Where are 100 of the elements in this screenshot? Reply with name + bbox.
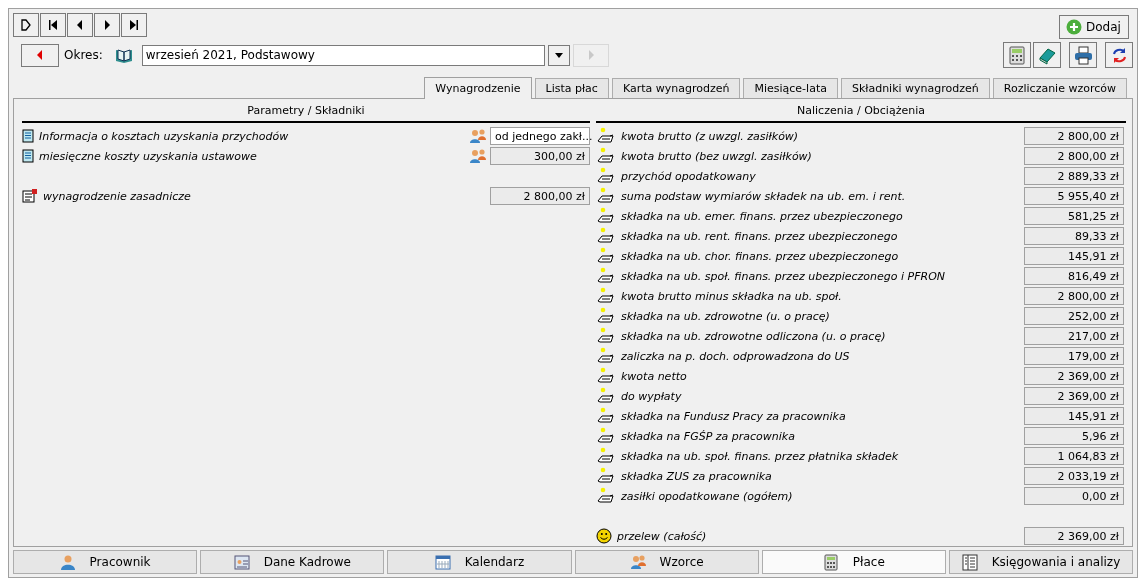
tab[interactable]: Składniki wynagrodzeń bbox=[840, 78, 990, 98]
value-field[interactable]: 217,00 zł bbox=[1024, 327, 1124, 345]
last-record-icon bbox=[128, 19, 140, 31]
first-record-button[interactable] bbox=[40, 13, 66, 37]
value-field[interactable]: 2 369,00 zł bbox=[1024, 367, 1124, 385]
tab[interactable]: Dane Kadrowe bbox=[200, 550, 385, 574]
tab[interactable]: Płace bbox=[761, 550, 946, 574]
hand-icon bbox=[596, 227, 616, 245]
item-label: miesięczne koszty uzyskania ustawowe bbox=[39, 149, 258, 163]
hand-icon bbox=[596, 407, 616, 425]
item-label: składka na ub. zdrowotne (u. o pracę) bbox=[621, 309, 831, 323]
hand-icon bbox=[596, 247, 616, 265]
value-field[interactable]: 816,49 zł bbox=[1024, 267, 1124, 285]
tab[interactable]: Kalendarz bbox=[387, 550, 572, 574]
value-field[interactable]: 5,96 zł bbox=[1024, 427, 1124, 445]
tab[interactable]: Miesiące-lata bbox=[743, 78, 838, 98]
item-label: przychód opodatkowany bbox=[621, 169, 757, 183]
value-field[interactable]: od jednego zakł... bbox=[490, 127, 590, 145]
plus-icon bbox=[1066, 19, 1082, 35]
value-field[interactable]: 2 369,00 zł bbox=[1024, 387, 1124, 405]
value-field[interactable]: 2 800,00 zł bbox=[1024, 127, 1124, 145]
item-label: składka ZUS za pracownika bbox=[621, 469, 773, 483]
book-button[interactable] bbox=[1033, 42, 1061, 68]
hand-icon bbox=[596, 467, 616, 485]
print-button[interactable] bbox=[1069, 42, 1097, 68]
item-label: przelew (całość) bbox=[617, 529, 708, 543]
item-label: zaliczka na p. doch. odprowadzona do US bbox=[621, 349, 851, 363]
dropdown-button[interactable] bbox=[547, 44, 570, 66]
value-field[interactable]: 2 800,00 zł bbox=[490, 187, 590, 205]
hand-icon bbox=[596, 287, 616, 305]
tab[interactable]: Lista płac bbox=[534, 78, 609, 98]
value-field[interactable]: 300,00 zł bbox=[490, 147, 590, 165]
value-field[interactable]: 252,00 zł bbox=[1024, 307, 1124, 325]
value-field[interactable]: 179,00 zł bbox=[1024, 347, 1124, 365]
value-field[interactable]: 0,00 zł bbox=[1024, 487, 1124, 505]
period-label: Okres: bbox=[64, 48, 103, 62]
right-arrow-icon bbox=[586, 50, 595, 60]
refresh-button[interactable] bbox=[1105, 42, 1133, 68]
hand-icon bbox=[596, 447, 616, 465]
value-field[interactable]: 2 800,00 zł bbox=[1024, 147, 1124, 165]
hand-icon bbox=[596, 127, 616, 145]
value-field[interactable]: 581,25 zł bbox=[1024, 207, 1124, 225]
item-label: do wypłaty bbox=[621, 389, 683, 403]
value-field[interactable]: 145,91 zł bbox=[1024, 247, 1124, 265]
item-label: składka na FGŚP za pracownika bbox=[621, 429, 796, 443]
hand-icon bbox=[596, 487, 616, 505]
item-label: składka na ub. społ. finans. przez ubezpieczonego i PFRON bbox=[621, 269, 947, 283]
people-icon bbox=[469, 128, 487, 144]
item-label: kwota brutto (z uwzgl. zasiłków) bbox=[621, 129, 800, 143]
smiley-icon bbox=[596, 528, 612, 544]
hand-icon bbox=[596, 367, 616, 385]
add-button[interactable]: Dodaj bbox=[1059, 15, 1129, 39]
item-label: składka na ub. zdrowotne odliczona (u. o pracę) bbox=[621, 329, 887, 343]
tab[interactable]: Księgowania i analizy bbox=[948, 550, 1134, 574]
hand-icon bbox=[596, 347, 616, 365]
hand-icon bbox=[596, 427, 616, 445]
previous-period-button[interactable] bbox=[21, 43, 59, 67]
value-field[interactable]: 2 889,33 zł bbox=[1024, 167, 1124, 185]
value-field[interactable]: 145,91 zł bbox=[1024, 407, 1124, 425]
value-field[interactable]: 5 955,40 zł bbox=[1024, 187, 1124, 205]
calculator-icon bbox=[1007, 45, 1027, 65]
document-icon bbox=[22, 129, 34, 143]
document-icon bbox=[22, 149, 34, 163]
new-record-button[interactable] bbox=[13, 13, 39, 37]
caret-icon bbox=[554, 52, 563, 58]
item-label: suma podstaw wymiarów składek na ub. em. i rent. bbox=[621, 189, 907, 203]
previous-record-button[interactable] bbox=[67, 13, 93, 37]
tab[interactable]: Karta wynagrodzeń bbox=[611, 78, 741, 98]
left-arrow-icon bbox=[36, 50, 44, 60]
item-label: kwota brutto minus składka na ub. społ. bbox=[621, 289, 843, 303]
calculator-icon bbox=[822, 553, 839, 571]
person-icon bbox=[59, 553, 76, 571]
tab[interactable]: Rozliczanie wzorców bbox=[992, 78, 1127, 98]
hand-icon bbox=[596, 387, 616, 405]
first-record-icon bbox=[47, 19, 59, 31]
tab[interactable]: Wzorce bbox=[574, 550, 759, 574]
value-field[interactable]: 1 064,83 zł bbox=[1024, 447, 1124, 465]
printer-icon bbox=[1073, 45, 1093, 65]
item-label: wynagrodzenie zasadnicze bbox=[43, 189, 192, 203]
last-record-button[interactable] bbox=[121, 13, 147, 37]
item-label: składka na ub. społ. finans. przez płatnika składek bbox=[621, 449, 900, 463]
value-field[interactable]: 89,33 zł bbox=[1024, 227, 1124, 245]
period-dropdown[interactable]: wrzesień 2021, Podstawowy bbox=[141, 44, 545, 66]
next-record-button[interactable] bbox=[94, 13, 120, 37]
value-field[interactable]: 2 369,00 zł bbox=[1024, 527, 1124, 545]
value-field[interactable]: 2 033,19 zł bbox=[1024, 467, 1124, 485]
column-heading: Naliczenia / Obciążenia bbox=[596, 99, 1126, 123]
hand-icon bbox=[596, 187, 616, 205]
item-label: kwota brutto (bez uwzgl. zasiłków) bbox=[621, 149, 813, 163]
hand-icon bbox=[596, 167, 616, 185]
id-card-icon bbox=[233, 553, 250, 571]
hand-icon bbox=[596, 267, 616, 285]
tab[interactable]: Wynagrodzenie bbox=[424, 77, 532, 99]
component-icon bbox=[22, 188, 38, 204]
value-field[interactable]: 2 800,00 zł bbox=[1024, 287, 1124, 305]
people-icon bbox=[469, 148, 487, 164]
item-label: składka na ub. emer. finans. przez ubezpieczonego bbox=[621, 209, 904, 223]
calculator-button[interactable] bbox=[1003, 42, 1031, 68]
tab[interactable]: Pracownik bbox=[13, 550, 198, 574]
item-label: składka na ub. rent. finans. przez ubezpieczonego bbox=[621, 229, 899, 243]
